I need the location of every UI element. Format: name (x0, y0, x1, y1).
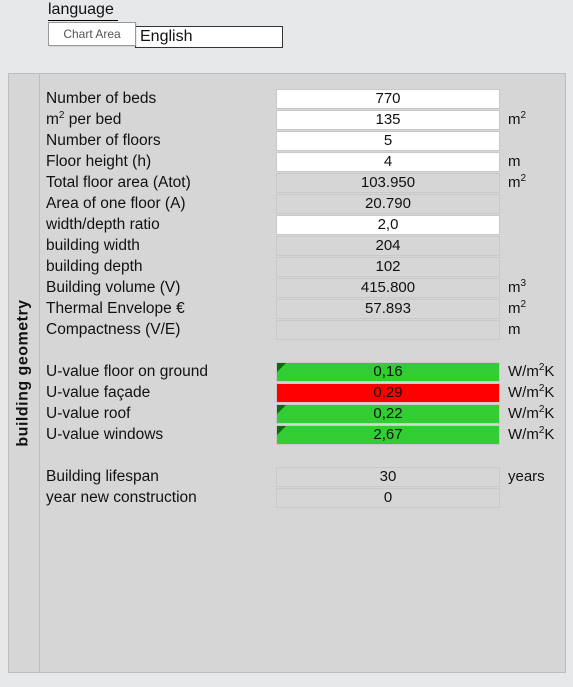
param-value: 0,16 (276, 362, 500, 382)
param-label: U-value façade (44, 384, 276, 402)
param-unit: m2 (508, 111, 526, 128)
param-row: Building lifespan30 years (44, 466, 559, 487)
param-label: building width (44, 237, 276, 255)
param-label: U-value roof (44, 405, 276, 423)
param-label: year new construction (44, 489, 276, 507)
param-value[interactable]: 770 (276, 89, 500, 109)
param-unit: m (508, 153, 521, 170)
param-row: Total floor area (Atot)103.950 m2 (44, 172, 559, 193)
param-row: year new construction0 (44, 487, 559, 508)
param-row: Area of one floor (A)20.790 (44, 193, 559, 214)
param-label: Building volume (V) (44, 279, 276, 297)
underline (48, 20, 118, 21)
param-value: 415.800 (276, 278, 500, 298)
param-unit: years (508, 468, 545, 485)
param-row: width/depth ratio2,0 (44, 214, 559, 235)
param-value: 0,29 (276, 383, 500, 403)
param-unit: W/m2K (508, 363, 554, 380)
param-value[interactable]: 5 (276, 131, 500, 151)
param-label: Area of one floor (A) (44, 195, 276, 213)
param-row: U-value floor on ground0,16 W/m2K (44, 361, 559, 382)
param-value[interactable]: 4 (276, 152, 500, 172)
building-geometry-panel: building geometry Number of beds770m2 pe… (8, 73, 566, 673)
param-row: building depth102 (44, 256, 559, 277)
param-value: 204 (276, 236, 500, 256)
param-value: 30 (276, 467, 500, 487)
param-value (276, 320, 500, 340)
param-unit: W/m2K (508, 426, 554, 443)
param-label: building depth (44, 258, 276, 276)
param-row: U-value roof0,22 W/m2K (44, 403, 559, 424)
param-unit: W/m2K (508, 384, 554, 401)
param-unit: m (508, 321, 521, 338)
param-unit: W/m2K (508, 405, 554, 422)
param-row: Compactness (V/E) m (44, 319, 559, 340)
param-row: building width204 (44, 235, 559, 256)
language-select[interactable]: English (135, 26, 283, 48)
param-row: Number of beds770 (44, 88, 559, 109)
param-label: m2 per bed (44, 111, 276, 129)
param-value: 103.950 (276, 173, 500, 193)
param-row: U-value façade0,29 W/m2K (44, 382, 559, 403)
param-label: Building lifespan (44, 468, 276, 486)
param-unit: m2 (508, 174, 526, 191)
param-label: Floor height (h) (44, 153, 276, 171)
language-label: language (48, 1, 114, 19)
parameter-rows: Number of beds770m2 per bed135m2Number o… (44, 88, 559, 508)
param-value[interactable]: 135 (276, 110, 500, 130)
param-label: Number of floors (44, 132, 276, 150)
param-row: Floor height (h)4m (44, 151, 559, 172)
param-label: Compactness (V/E) (44, 321, 276, 339)
param-row: U-value windows2,67 W/m2K (44, 424, 559, 445)
param-label: Total floor area (Atot) (44, 174, 276, 192)
param-value: 57.893 (276, 299, 500, 319)
param-value: 0,22 (276, 404, 500, 424)
param-value[interactable]: 2,0 (276, 215, 500, 235)
param-label: Number of beds (44, 90, 276, 108)
param-value: 102 (276, 257, 500, 277)
param-row: Building volume (V)415.800 m3 (44, 277, 559, 298)
section-title-text: building geometry (15, 299, 33, 446)
param-label: U-value floor on ground (44, 363, 276, 381)
param-label: U-value windows (44, 426, 276, 444)
param-unit: m3 (508, 279, 526, 296)
param-row: Thermal Envelope €57.893 m2 (44, 298, 559, 319)
param-label: Thermal Envelope € (44, 300, 276, 318)
param-label: width/depth ratio (44, 216, 276, 234)
param-value: 2,67 (276, 425, 500, 445)
param-value: 0 (276, 488, 500, 508)
param-row: m2 per bed135 m2 (44, 109, 559, 130)
param-unit: m2 (508, 300, 526, 317)
chart-area-tooltip: Chart Area (48, 22, 136, 46)
param-value: 20.790 (276, 194, 500, 214)
section-title-vertical: building geometry (9, 74, 40, 672)
param-row: Number of floors5 (44, 130, 559, 151)
